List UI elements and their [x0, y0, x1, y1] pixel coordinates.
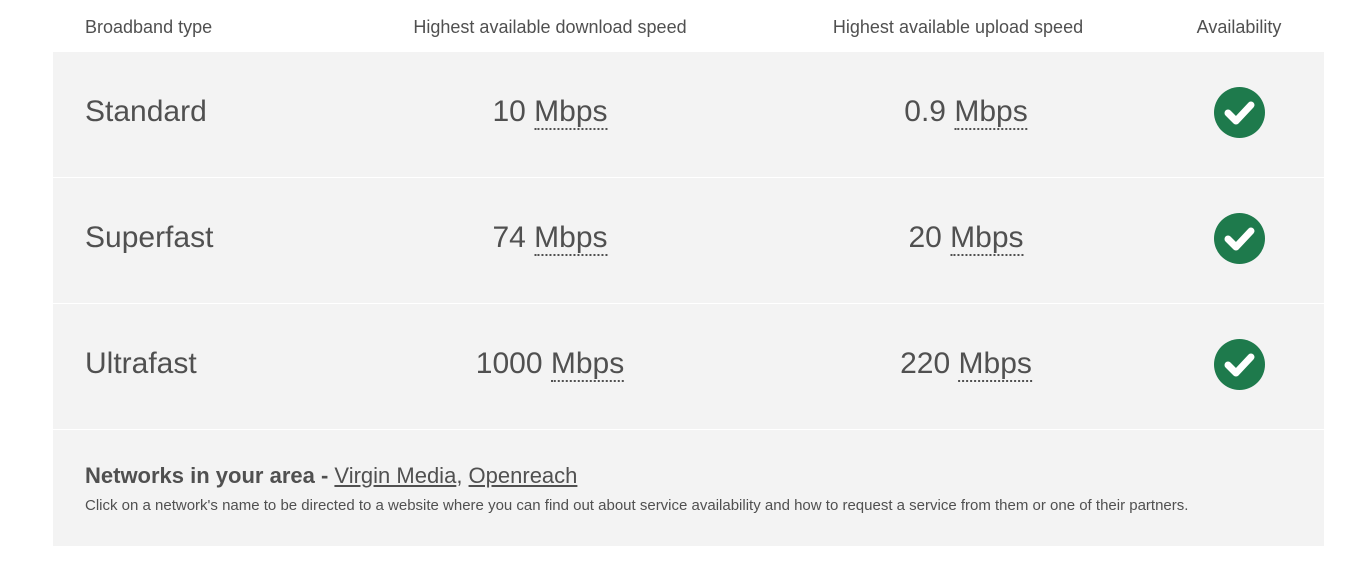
download-speed-value: 10 — [492, 95, 526, 128]
mbps-abbreviation[interactable]: Mbps — [550, 347, 625, 382]
upload-speed-cell: 220 Mbps — [900, 347, 1032, 382]
download-speed-value: 74 — [492, 221, 526, 254]
check-circle-icon — [1214, 213, 1265, 264]
table-row: Ultrafast 1000 Mbps 220 Mbps — [53, 304, 1324, 430]
network-link-virgin-media[interactable]: Virgin Media — [334, 463, 456, 488]
download-speed-value: 1000 — [475, 347, 543, 380]
network-link-openreach[interactable]: Openreach — [469, 463, 578, 488]
check-circle-icon — [1214, 339, 1265, 390]
table-row: Superfast 74 Mbps 20 Mbps — [53, 178, 1324, 304]
upload-speed-value: 0.9 — [904, 95, 947, 128]
networks-section: Networks in your area - Virgin Media, Op… — [53, 430, 1324, 546]
table-header: Broadband type Highest available downloa… — [53, 0, 1324, 52]
download-speed-cell: 10 Mbps — [492, 95, 608, 130]
check-circle-icon — [1214, 87, 1265, 138]
header-broadband-type: Broadband type — [85, 17, 213, 37]
upload-speed-value: 20 — [908, 221, 942, 254]
mbps-abbreviation[interactable]: Mbps — [534, 95, 608, 130]
network-link-separator: , — [456, 463, 469, 488]
header-download-speed: Highest available download speed — [413, 17, 687, 37]
header-upload-speed: Highest available upload speed — [832, 17, 1084, 37]
broadband-type-cell: Standard — [85, 95, 207, 128]
header-availability: Availability — [1196, 17, 1282, 37]
mbps-abbreviation[interactable]: Mbps — [958, 347, 1032, 382]
networks-note: Click on a network's name to be directed… — [85, 497, 1189, 514]
networks-heading: Networks in your area - Virgin Media, Op… — [85, 463, 577, 489]
upload-speed-cell: 20 Mbps — [908, 221, 1024, 256]
download-speed-cell: 74 Mbps — [492, 221, 608, 256]
broadband-type-cell: Ultrafast — [85, 347, 197, 380]
mbps-abbreviation[interactable]: Mbps — [954, 95, 1028, 130]
upload-speed-value: 220 — [900, 347, 951, 380]
networks-heading-label: Networks in your area - — [85, 463, 335, 488]
table-row: Standard 10 Mbps 0.9 Mbps — [53, 52, 1324, 178]
broadband-type-cell: Superfast — [85, 221, 214, 254]
mbps-abbreviation[interactable]: Mbps — [950, 221, 1024, 256]
broadband-table: Broadband type Highest available downloa… — [53, 0, 1324, 546]
mbps-abbreviation[interactable]: Mbps — [534, 221, 608, 256]
download-speed-cell: 1000 Mbps — [475, 347, 625, 382]
upload-speed-cell: 0.9 Mbps — [904, 95, 1028, 130]
